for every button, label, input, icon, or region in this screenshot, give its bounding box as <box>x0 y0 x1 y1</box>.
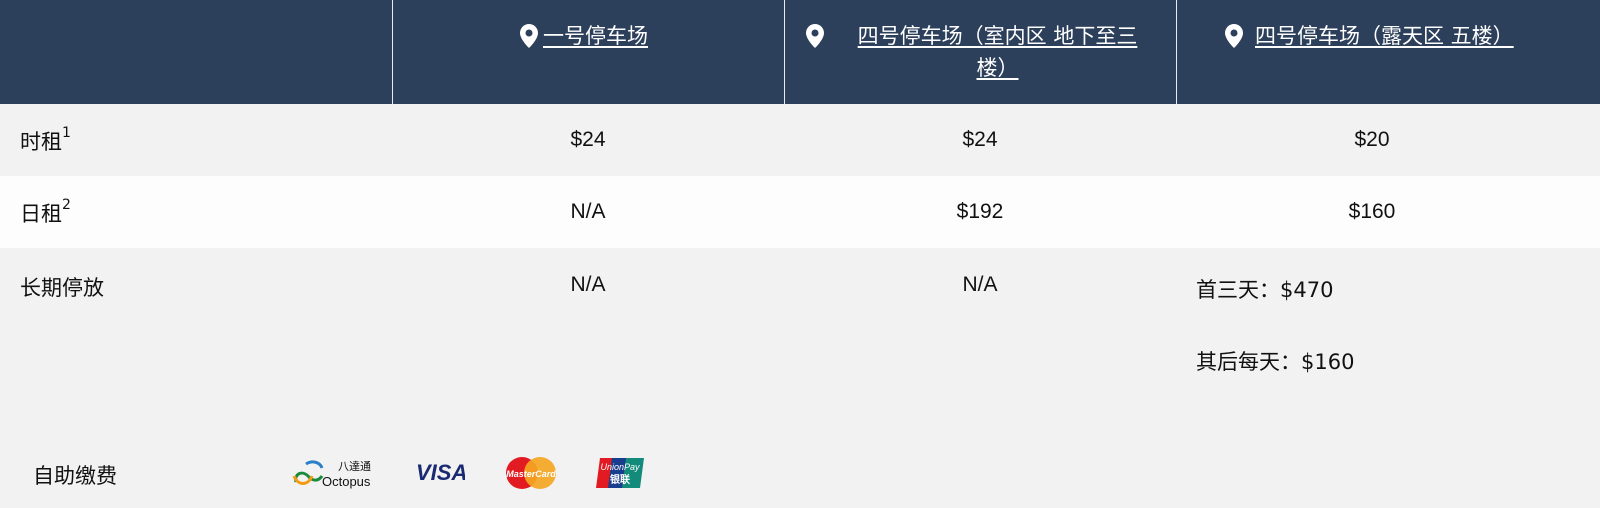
carpark-4-outdoor-link[interactable]: 四号停车场（露天区 五楼） <box>1255 24 1514 48</box>
cell-value: $192 <box>956 200 1004 223</box>
row-label: 日租2 <box>20 197 71 228</box>
footnote-marker: 2 <box>62 197 71 213</box>
octopus-logo: 八達通 Octopus <box>292 460 371 489</box>
cell-value-line: 其后每天：$160 <box>1196 350 1355 374</box>
mastercard-logo: MasterCard <box>506 457 556 489</box>
cell-value: $24 <box>962 128 998 151</box>
cell-value: N/A <box>962 273 998 296</box>
map-pin-icon <box>520 24 538 48</box>
unionpay-en-text: UnionPay <box>600 462 640 472</box>
header-col-carpark-4-outdoor: 四号停车场（露天区 五楼） <box>1176 0 1600 104</box>
cell-value-line: 首三天：$470 <box>1196 278 1334 302</box>
table-header: 一号停车场 四号停车场（室内区 地下至三楼） 四号停车场（露天区 五楼） <box>0 0 1600 104</box>
visa-text: VISA <box>416 460 465 484</box>
octopus-en-text: Octopus <box>322 474 371 489</box>
cell-value: $20 <box>1354 128 1390 151</box>
octopus-cn-text: 八達通 <box>338 460 371 473</box>
visa-logo: VISA <box>416 460 465 484</box>
table-row: 时租1 $24 $24 $20 <box>0 104 1600 176</box>
unionpay-logo: UnionPay 银联 <box>596 458 644 488</box>
map-pin-icon <box>1225 24 1243 48</box>
carpark-4-indoor-link[interactable]: 四号停车场（室内区 地下至三楼） <box>858 24 1138 80</box>
row-label-text: 时租 <box>20 130 62 154</box>
cell-value: N/A <box>570 200 606 223</box>
carpark-1-link[interactable]: 一号停车场 <box>543 24 648 48</box>
unionpay-cn-text: 银联 <box>610 473 630 486</box>
row-label-text: 日租 <box>20 202 62 226</box>
row-label: 时租1 <box>20 125 71 156</box>
cell-value: $24 <box>570 128 606 151</box>
table-row: 长期停放 N/A N/A 首三天：$470 其后每天：$160 <box>0 248 1600 428</box>
mastercard-text: MasterCard <box>506 469 556 479</box>
cell-value: $160 <box>1348 200 1396 223</box>
row-label: 长期停放 <box>20 276 104 300</box>
table-row: 日租2 N/A $192 $160 <box>0 176 1600 248</box>
payment-label: 自助缴费 <box>33 464 117 488</box>
cell-value: N/A <box>570 273 606 296</box>
header-col-carpark-1: 一号停车场 <box>392 0 784 104</box>
footnote-marker: 1 <box>62 125 71 141</box>
map-pin-icon <box>806 24 824 48</box>
header-col-carpark-4-indoor: 四号停车场（室内区 地下至三楼） <box>784 0 1176 104</box>
